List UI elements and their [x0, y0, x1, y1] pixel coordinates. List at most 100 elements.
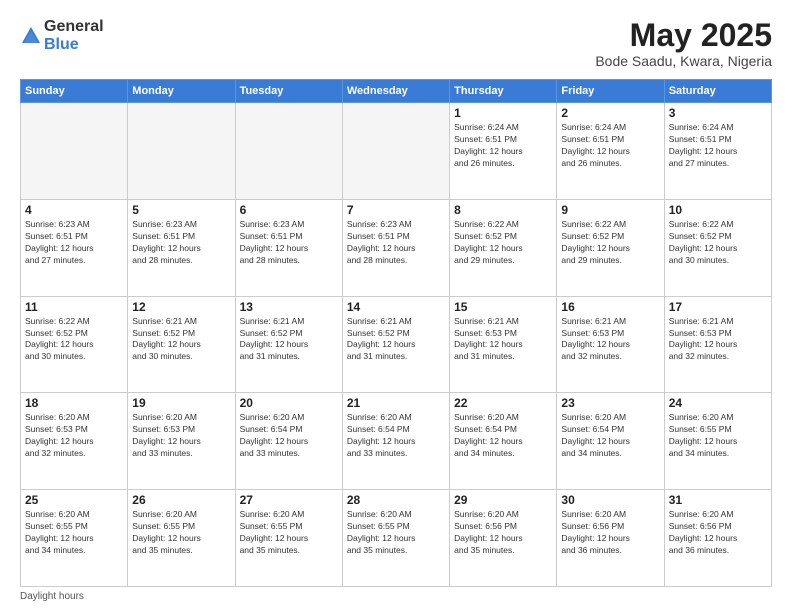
day-info: Sunrise: 6:20 AM Sunset: 6:55 PM Dayligh… — [669, 412, 767, 460]
day-info: Sunrise: 6:21 AM Sunset: 6:52 PM Dayligh… — [132, 316, 230, 364]
day-number: 7 — [347, 203, 445, 217]
day-number: 27 — [240, 493, 338, 507]
calendar-cell: 11 Sunrise: 6:22 AM Sunset: 6:52 PM Dayli… — [21, 296, 128, 393]
calendar-cell: 4Sunrise: 6:23 AM Sunset: 6:51 PM Daylig… — [21, 199, 128, 296]
calendar-cell — [128, 103, 235, 200]
day-info: Sunrise: 6:21 AM Sunset: 6:53 PM Dayligh… — [454, 316, 552, 364]
day-info: Sunrise: 6:20 AM Sunset: 6:53 PM Dayligh… — [132, 412, 230, 460]
day-info: Sunrise: 6:21 AM Sunset: 6:52 PM Dayligh… — [240, 316, 338, 364]
weekday-header-row: SundayMondayTuesdayWednesdayThursdayFrid… — [21, 80, 772, 103]
logo-text: General Blue — [44, 18, 104, 53]
weekday-header-sunday: Sunday — [21, 80, 128, 103]
day-number: 4 — [25, 203, 123, 217]
calendar-cell: 5 Sunrise: 6:23 AM Sunset: 6:51 PM Daylig… — [128, 199, 235, 296]
calendar-cell: 14Sunrise: 6:21 AM Sunset: 6:52 PM Dayli… — [342, 296, 449, 393]
day-info: Sunrise: 6:20 AM Sunset: 6:55 PM Dayligh… — [25, 509, 123, 557]
calendar-cell: 7Sunrise: 6:23 AM Sunset: 6:51 PM Daylig… — [342, 199, 449, 296]
calendar-cell: 22 Sunrise: 6:20 AM Sunset: 6:54 PM Dayli… — [450, 393, 557, 490]
calendar-week-2: 4 Sunrise: 6:23 AM Sunset: 6:51 PM Daylig… — [21, 199, 772, 296]
day-number: 14 — [347, 300, 445, 314]
day-info: Sunrise: 6:22 AM Sunset: 6:52 PM Dayligh… — [561, 219, 659, 267]
calendar-week-1: 1 Sunrise: 6:24 AM Sunset: 6:51 PM Daylig… — [21, 103, 772, 200]
day-info: Sunrise: 6:22 AM Sunset: 6:52 PM Dayligh… — [25, 316, 123, 364]
calendar-cell: 17 Sunrise: 6:21 AM Sunset: 6:53 PM Dayli… — [664, 296, 771, 393]
day-info: Sunrise: 6:24 AM Sunset: 6:51 PM Dayligh… — [454, 122, 552, 170]
day-number: 24 — [669, 396, 767, 410]
calendar-week-4: 18 Sunrise: 6:20 AM Sunset: 6:53 PM Dayli… — [21, 393, 772, 490]
header: General Blue May 2025 Bode Saadu, Kwara,… — [20, 18, 772, 69]
day-info: Sunrise: 6:20 AM Sunset: 6:56 PM Dayligh… — [561, 509, 659, 557]
calendar-cell: 25 Sunrise: 6:20 AM Sunset: 6:55 PM Dayli… — [21, 490, 128, 587]
calendar-week-3: 11 Sunrise: 6:22 AM Sunset: 6:52 PM Dayli… — [21, 296, 772, 393]
day-number: 2 — [561, 106, 659, 120]
day-number: 8 — [454, 203, 552, 217]
day-number: 16 — [561, 300, 659, 314]
day-number: 29 — [454, 493, 552, 507]
calendar-cell: 21Sunrise: 6:20 AM Sunset: 6:54 PM Dayli… — [342, 393, 449, 490]
title-block: May 2025 Bode Saadu, Kwara, Nigeria — [595, 18, 772, 69]
day-number: 19 — [132, 396, 230, 410]
calendar-week-5: 25 Sunrise: 6:20 AM Sunset: 6:55 PM Dayli… — [21, 490, 772, 587]
day-info: Sunrise: 6:20 AM Sunset: 6:55 PM Dayligh… — [132, 509, 230, 557]
weekday-header-saturday: Saturday — [664, 80, 771, 103]
day-number: 5 — [132, 203, 230, 217]
calendar-cell: 26 Sunrise: 6:20 AM Sunset: 6:55 PM Dayli… — [128, 490, 235, 587]
calendar-cell: 24 Sunrise: 6:20 AM Sunset: 6:55 PM Dayli… — [664, 393, 771, 490]
day-info: Sunrise: 6:20 AM Sunset: 6:54 PM Dayligh… — [561, 412, 659, 460]
day-info: Sunrise: 6:22 AM Sunset: 6:52 PM Dayligh… — [669, 219, 767, 267]
calendar-cell: 16 Sunrise: 6:21 AM Sunset: 6:53 PM Dayli… — [557, 296, 664, 393]
calendar-cell: 15Sunrise: 6:21 AM Sunset: 6:53 PM Dayli… — [450, 296, 557, 393]
day-number: 22 — [454, 396, 552, 410]
day-info: Sunrise: 6:23 AM Sunset: 6:51 PM Dayligh… — [132, 219, 230, 267]
day-info: Sunrise: 6:21 AM Sunset: 6:53 PM Dayligh… — [561, 316, 659, 364]
weekday-header-tuesday: Tuesday — [235, 80, 342, 103]
day-info: Sunrise: 6:20 AM Sunset: 6:55 PM Dayligh… — [347, 509, 445, 557]
day-number: 6 — [240, 203, 338, 217]
weekday-header-monday: Monday — [128, 80, 235, 103]
calendar-cell: 18 Sunrise: 6:20 AM Sunset: 6:53 PM Dayli… — [21, 393, 128, 490]
calendar-cell: 23 Sunrise: 6:20 AM Sunset: 6:54 PM Dayli… — [557, 393, 664, 490]
weekday-header-friday: Friday — [557, 80, 664, 103]
day-number: 10 — [669, 203, 767, 217]
day-number: 21 — [347, 396, 445, 410]
day-number: 25 — [25, 493, 123, 507]
calendar-cell: 1 Sunrise: 6:24 AM Sunset: 6:51 PM Daylig… — [450, 103, 557, 200]
calendar-cell: 12 Sunrise: 6:21 AM Sunset: 6:52 PM Dayli… — [128, 296, 235, 393]
logo-blue: Blue — [44, 36, 104, 54]
day-number: 23 — [561, 396, 659, 410]
day-info: Sunrise: 6:20 AM Sunset: 6:54 PM Dayligh… — [454, 412, 552, 460]
day-info: Sunrise: 6:20 AM Sunset: 6:56 PM Dayligh… — [669, 509, 767, 557]
calendar-cell: 29 Sunrise: 6:20 AM Sunset: 6:56 PM Dayli… — [450, 490, 557, 587]
day-info: Sunrise: 6:20 AM Sunset: 6:56 PM Dayligh… — [454, 509, 552, 557]
day-info: Sunrise: 6:21 AM Sunset: 6:53 PM Dayligh… — [669, 316, 767, 364]
day-number: 12 — [132, 300, 230, 314]
day-number: 26 — [132, 493, 230, 507]
day-number: 17 — [669, 300, 767, 314]
logo-icon — [20, 25, 42, 47]
calendar-cell: 2Sunrise: 6:24 AM Sunset: 6:51 PM Daylig… — [557, 103, 664, 200]
calendar-cell: 30Sunrise: 6:20 AM Sunset: 6:56 PM Dayli… — [557, 490, 664, 587]
weekday-header-thursday: Thursday — [450, 80, 557, 103]
footer-note: Daylight hours — [20, 591, 772, 602]
day-number: 20 — [240, 396, 338, 410]
calendar-cell: 27 Sunrise: 6:20 AM Sunset: 6:55 PM Dayli… — [235, 490, 342, 587]
day-number: 1 — [454, 106, 552, 120]
calendar-table: SundayMondayTuesdayWednesdayThursdayFrid… — [20, 79, 772, 587]
day-info: Sunrise: 6:22 AM Sunset: 6:52 PM Dayligh… — [454, 219, 552, 267]
day-info: Sunrise: 6:20 AM Sunset: 6:53 PM Dayligh… — [25, 412, 123, 460]
weekday-header-wednesday: Wednesday — [342, 80, 449, 103]
day-info: Sunrise: 6:24 AM Sunset: 6:51 PM Dayligh… — [669, 122, 767, 170]
day-info: Sunrise: 6:20 AM Sunset: 6:55 PM Dayligh… — [240, 509, 338, 557]
calendar-cell — [342, 103, 449, 200]
month-title: May 2025 — [595, 18, 772, 53]
day-info: Sunrise: 6:23 AM Sunset: 6:51 PM Dayligh… — [240, 219, 338, 267]
day-number: 3 — [669, 106, 767, 120]
logo: General Blue — [20, 18, 104, 53]
page: General Blue May 2025 Bode Saadu, Kwara,… — [0, 0, 792, 612]
calendar-cell: 13Sunrise: 6:21 AM Sunset: 6:52 PM Dayli… — [235, 296, 342, 393]
calendar-cell: 28Sunrise: 6:20 AM Sunset: 6:55 PM Dayli… — [342, 490, 449, 587]
logo-general: General — [44, 18, 104, 36]
day-number: 18 — [25, 396, 123, 410]
day-number: 11 — [25, 300, 123, 314]
calendar-cell: 10 Sunrise: 6:22 AM Sunset: 6:52 PM Dayli… — [664, 199, 771, 296]
